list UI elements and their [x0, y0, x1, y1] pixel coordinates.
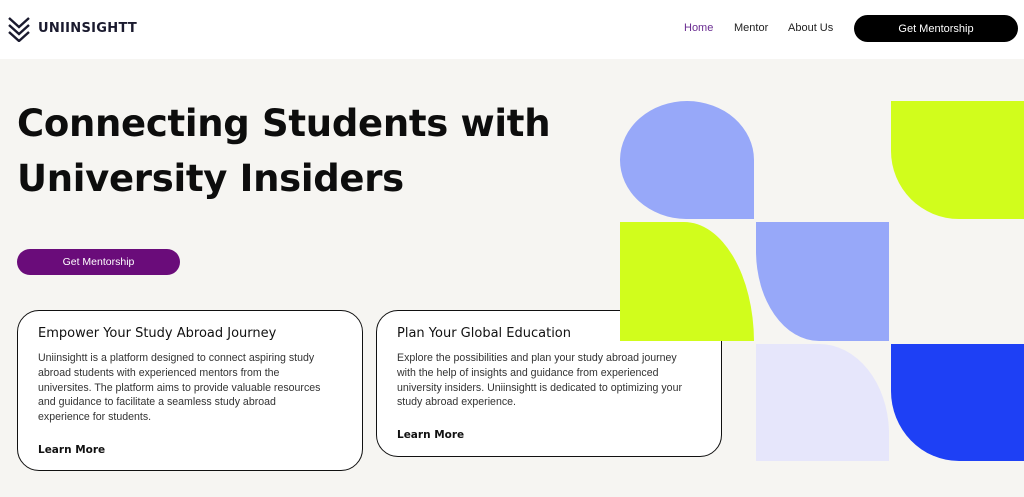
nav-mentor[interactable]: Mentor — [734, 22, 768, 34]
hero-decorative-shapes — [620, 101, 1024, 461]
logo-chevrons-icon — [8, 17, 30, 42]
lime-quarter-shape-top — [891, 101, 1024, 219]
card-body-line: and guidance to facilitate a seamless st… — [38, 396, 276, 409]
card-body-line: universites. The platform aims to provid… — [38, 381, 321, 394]
feature-card-study-abroad: Empower Your Study Abroad Journey Uniins… — [17, 310, 363, 471]
nav-about-us[interactable]: About Us — [788, 22, 833, 34]
nav-home[interactable]: Home — [684, 22, 713, 34]
hero-title: Connecting Students with University Insi… — [17, 96, 617, 206]
blue-quarter-shape — [891, 344, 1024, 461]
card-body-line: abroad students with experienced mentors… — [38, 366, 280, 379]
header-get-mentorship-button[interactable]: Get Mentorship — [854, 15, 1018, 42]
card-body: Uniinsightt is a platform designed to co… — [38, 351, 348, 425]
brand-logo[interactable]: UNIINSIGHTT — [6, 14, 137, 42]
learn-more-link[interactable]: Learn More — [38, 444, 105, 456]
hero-title-line-2: University Insiders — [17, 157, 404, 200]
learn-more-link[interactable]: Learn More — [397, 429, 464, 441]
card-body-line: Uniinsightt is a platform designed to co… — [38, 352, 315, 364]
periwinkle-teardrop-shape — [620, 101, 754, 219]
lime-quarter-shape-left — [620, 222, 754, 341]
top-navbar: UNIINSIGHTT Home Mentor About Us Get Men… — [0, 0, 1024, 59]
brand-name: UNIINSIGHTT — [38, 20, 138, 36]
hero-title-line-1: Connecting Students with — [17, 102, 551, 145]
card-body-line: experience for students. — [38, 411, 152, 424]
card-title: Plan Your Global Education — [397, 326, 571, 341]
lavender-block-shape — [756, 344, 889, 461]
card-title: Empower Your Study Abroad Journey — [38, 326, 277, 341]
hero-get-mentorship-button[interactable]: Get Mentorship — [17, 249, 180, 275]
periwinkle-block-shape — [756, 222, 889, 341]
